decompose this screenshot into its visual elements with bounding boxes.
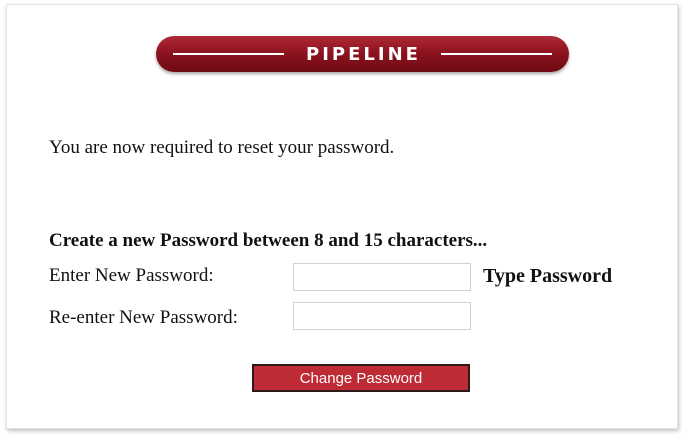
banner-title: PIPELINE [306,43,421,65]
type-password-hint: Type Password [483,265,613,287]
banner-rule-right [440,53,552,55]
password-requirements-heading: Create a new Password between 8 and 15 c… [49,230,488,251]
change-password-button[interactable]: Change Password [252,364,470,392]
reset-instructions: You are now required to reset your passw… [49,137,395,158]
banner-rule-left [173,53,285,55]
confirm-password-label: Re-enter New Password: [49,307,238,328]
new-password-label: Enter New Password: [49,265,214,286]
confirm-password-input[interactable] [293,302,471,330]
pipeline-banner: PIPELINE [156,36,569,72]
new-password-input[interactable] [293,263,471,291]
